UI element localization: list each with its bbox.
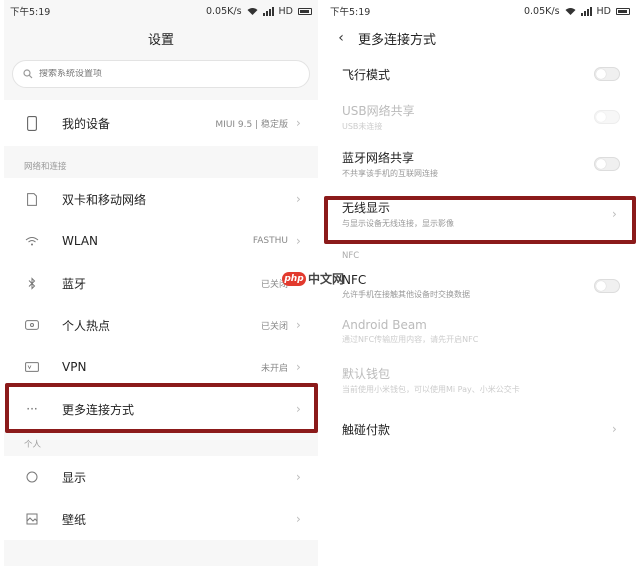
tap-to-pay-row[interactable]: 触碰付款 › <box>324 404 636 454</box>
phone-icon <box>20 111 44 135</box>
chevron-right-icon: › <box>296 360 301 374</box>
my-device-row[interactable]: 我的设备 MIUI 9.5 | 稳定版 › <box>4 100 318 146</box>
row-subtitle: 与显示设备无线连接，显示影像 <box>342 219 454 228</box>
row-title: 飞行模式 <box>342 67 391 82</box>
page-title: 更多连接方式 <box>358 32 437 48</box>
chevron-right-icon: › <box>612 207 617 221</box>
network-type: HD <box>278 5 293 17</box>
bluetooth-tethering-toggle[interactable] <box>594 157 620 171</box>
row-title: 无线显示 <box>342 201 391 215</box>
wifi-status-icon <box>565 8 576 15</box>
sim-card-icon <box>20 187 44 211</box>
status-bar: 下午5:19 0.05K/s HD <box>324 0 636 22</box>
item-label: 壁纸 <box>62 512 87 527</box>
row-title: 触碰付款 <box>342 422 391 437</box>
row-title: USB网络共享 <box>342 104 415 118</box>
item-label: 个人热点 <box>62 318 111 333</box>
sidebar-item-hotspot[interactable]: 个人热点 已关闭 › <box>4 304 318 346</box>
row-subtitle: USB未连接 <box>342 122 383 131</box>
status-time: 下午5:19 <box>10 7 51 18</box>
more-icon: ··· <box>26 402 38 416</box>
sidebar-item-more-connections[interactable]: ··· 更多连接方式 › <box>4 388 318 430</box>
chevron-right-icon: › <box>296 318 301 332</box>
wireless-display-row[interactable]: 无线显示 与显示设备无线连接，显示影像 › <box>324 188 636 240</box>
sidebar-item-wallpaper[interactable]: 壁纸 › <box>4 498 318 540</box>
item-label: 蓝牙 <box>62 276 87 291</box>
row-title: NFC <box>342 272 367 287</box>
search-input[interactable] <box>39 69 239 79</box>
signal-icon <box>262 6 274 16</box>
search-icon <box>23 69 33 79</box>
my-device-label: 我的设备 <box>62 116 111 131</box>
row-subtitle: 通过NFC传输应用内容，请先开启NFC <box>342 334 479 344</box>
item-label: 双卡和移动网络 <box>62 192 147 207</box>
airplane-mode-toggle[interactable] <box>594 67 620 81</box>
item-value: FASTHU <box>252 236 288 246</box>
bluetooth-icon <box>20 271 44 295</box>
item-label: VPN <box>62 360 87 374</box>
chevron-right-icon: › <box>296 116 301 130</box>
settings-screen: 下午5:19 0.05K/s HD 设置 我的设备 MIUI 9.5 | 稳定版… <box>4 0 318 566</box>
battery-icon <box>616 7 630 15</box>
chevron-right-icon: › <box>296 234 301 248</box>
status-bar: 下午5:19 0.05K/s HD <box>4 0 318 22</box>
display-icon <box>20 465 44 489</box>
nfc-toggle[interactable] <box>594 279 620 293</box>
row-title: 蓝牙网络共享 <box>342 151 415 165</box>
airplane-mode-row[interactable]: 飞行模式 <box>324 54 636 94</box>
chevron-right-icon: › <box>296 470 301 484</box>
row-title: Android Beam <box>342 317 427 332</box>
chevron-right-icon: › <box>296 512 301 526</box>
item-value: 已关闭 <box>260 321 288 332</box>
page-title: 设置 <box>147 32 174 48</box>
default-wallet-row[interactable]: 默认钱包 当前使用小米钱包，可以使用Mi Pay、小米公交卡 <box>324 356 636 404</box>
sidebar-item-dual-sim[interactable]: 双卡和移动网络 › <box>4 178 318 220</box>
wallpaper-icon <box>20 507 44 531</box>
item-value: 未开启 <box>260 363 288 374</box>
status-time: 下午5:19 <box>330 7 371 18</box>
sidebar-item-wlan[interactable]: WLAN FASTHU › <box>4 220 318 262</box>
watermark-text: 中文网 <box>308 272 345 286</box>
network-list: 双卡和移动网络 › WLAN FASTHU › 蓝牙 已关闭 › 个人热点 已关 <box>4 178 318 430</box>
sidebar-item-bluetooth[interactable]: 蓝牙 已关闭 › <box>4 262 318 304</box>
sidebar-item-display[interactable]: 显示 › <box>4 456 318 498</box>
hotspot-icon <box>20 313 44 337</box>
wifi-icon <box>20 229 44 253</box>
section-nfc-header: NFC <box>342 251 360 261</box>
more-connections-screen: 下午5:19 0.05K/s HD ‹ 更多连接方式 飞行模式 USB网络共享 … <box>324 0 636 566</box>
android-beam-row[interactable]: Android Beam 通过NFC传输应用内容，请先开启NFC <box>324 306 636 356</box>
item-label: 更多连接方式 <box>62 402 135 417</box>
signal-icon <box>580 6 592 16</box>
chevron-right-icon: › <box>296 192 301 206</box>
watermark-logo: php <box>282 271 306 286</box>
nfc-row[interactable]: NFC 允许手机在接触其他设备时交换数据 <box>324 266 636 306</box>
item-label: 显示 <box>62 470 87 485</box>
sidebar-item-vpn[interactable]: VPN 未开启 › <box>4 346 318 388</box>
watermark: php 中文网 <box>282 270 344 287</box>
row-subtitle: 不共享该手机的互联网连接 <box>342 169 438 178</box>
section-personal-header: 个人 <box>4 432 318 456</box>
header: ‹ 更多连接方式 <box>324 22 636 54</box>
usb-tethering-row[interactable]: USB网络共享 USB未连接 <box>324 94 636 140</box>
chevron-right-icon: › <box>296 402 301 416</box>
device-card: 我的设备 MIUI 9.5 | 稳定版 › <box>4 100 318 146</box>
my-device-value: MIUI 9.5 | 稳定版 <box>215 119 288 130</box>
bluetooth-tethering-row[interactable]: 蓝牙网络共享 不共享该手机的互联网连接 <box>324 140 636 188</box>
row-subtitle: 当前使用小米钱包，可以使用Mi Pay、小米公交卡 <box>342 385 520 394</box>
usb-tethering-toggle[interactable] <box>594 110 620 124</box>
item-label: WLAN <box>62 234 99 248</box>
section-network-header: 网络和连接 <box>4 154 318 178</box>
chevron-right-icon: › <box>612 422 617 436</box>
row-subtitle: 允许手机在接触其他设备时交换数据 <box>342 289 470 299</box>
vpn-icon <box>20 355 44 379</box>
network-type: HD <box>596 5 611 17</box>
personal-list: 显示 › 壁纸 › <box>4 456 318 540</box>
net-speed: 0.05K/s <box>205 5 242 17</box>
back-arrow-icon[interactable]: ‹ <box>334 30 348 46</box>
search-bar[interactable] <box>12 60 310 88</box>
row-title: 默认钱包 <box>342 367 391 381</box>
wifi-status-icon <box>247 8 258 15</box>
battery-icon <box>298 7 312 15</box>
net-speed: 0.05K/s <box>523 5 560 17</box>
